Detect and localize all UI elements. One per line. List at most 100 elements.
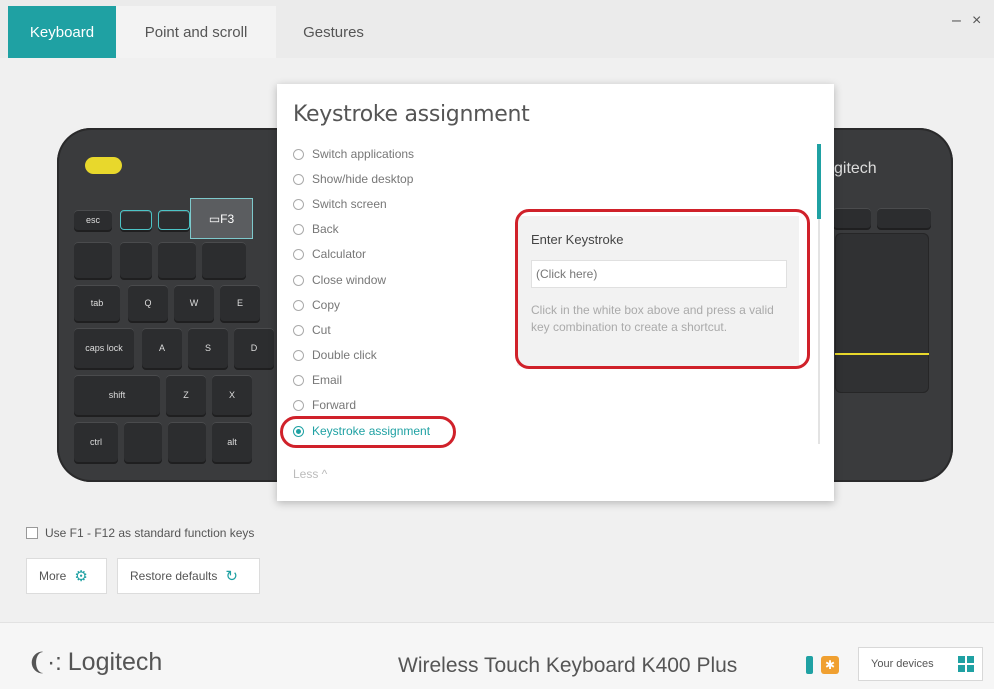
devices-grid-icon bbox=[958, 656, 974, 672]
radio-icon bbox=[293, 349, 304, 361]
radio-icon bbox=[293, 374, 304, 386]
logitech-mark-icon: ❨·: bbox=[27, 649, 62, 676]
key-e: E bbox=[220, 285, 260, 321]
key-d: D bbox=[234, 328, 274, 368]
option-copy[interactable]: Copy bbox=[293, 295, 340, 315]
key-s: S bbox=[188, 328, 228, 368]
f3-label: F3 bbox=[220, 211, 235, 226]
key-a: A bbox=[142, 328, 182, 368]
key-fn bbox=[124, 422, 162, 462]
f3-key-highlight: ▭ F3 bbox=[190, 198, 253, 239]
radio-icon bbox=[293, 299, 304, 311]
restore-defaults-button[interactable]: Restore defaults ↻ bbox=[117, 558, 260, 594]
option-label: Show/hide desktop bbox=[312, 172, 414, 186]
option-close-window[interactable]: Close window bbox=[293, 270, 386, 290]
key-alt: alt bbox=[212, 422, 252, 462]
key-tilde bbox=[74, 242, 112, 278]
tab-point-and-scroll[interactable]: Point and scroll bbox=[116, 6, 276, 58]
fkeys-checkbox-row[interactable]: Use F1 - F12 as standard function keys bbox=[26, 526, 254, 540]
option-double-click[interactable]: Double click bbox=[293, 345, 377, 365]
keystroke-input[interactable] bbox=[531, 260, 787, 288]
keystroke-label: Enter Keystroke bbox=[531, 232, 624, 247]
option-label: Keystroke assignment bbox=[312, 424, 431, 438]
tab-gestures[interactable]: Gestures bbox=[276, 6, 391, 58]
radio-icon bbox=[293, 248, 304, 260]
more-button[interactable]: More ⚙ bbox=[26, 558, 107, 594]
key-1 bbox=[120, 242, 152, 278]
option-keystroke-assignment[interactable]: Keystroke assignment bbox=[293, 421, 430, 441]
key-x: X bbox=[212, 375, 252, 415]
keyboard-logo-text: gitech bbox=[834, 160, 877, 177]
title-bar: Keyboard Point and scroll Gestures – × bbox=[0, 0, 994, 58]
close-button[interactable]: × bbox=[972, 12, 981, 30]
fkeys-label: Use F1 - F12 as standard function keys bbox=[45, 526, 255, 540]
key-caps-lock: caps lock bbox=[74, 328, 134, 368]
keyboard-indicator bbox=[85, 157, 122, 174]
your-devices-label: Your devices bbox=[871, 658, 934, 670]
restore-defaults-label: Restore defaults bbox=[130, 569, 218, 583]
option-switch-applications[interactable]: Switch applications bbox=[293, 144, 414, 164]
option-label: Copy bbox=[312, 298, 341, 312]
touchpad-accent-line bbox=[835, 353, 929, 355]
tab-keyboard[interactable]: Keyboard bbox=[8, 6, 116, 58]
minimize-button[interactable]: – bbox=[952, 12, 961, 30]
key-f2 bbox=[158, 210, 190, 230]
logitech-logo: ❨·: Logitech bbox=[27, 648, 162, 677]
key-shift: shift bbox=[74, 375, 160, 415]
less-toggle[interactable]: Less ^ bbox=[293, 467, 327, 481]
option-switch-screen[interactable]: Switch screen bbox=[293, 194, 387, 214]
radio-icon bbox=[293, 324, 304, 336]
key-f1 bbox=[120, 210, 152, 230]
radio-icon bbox=[293, 173, 304, 185]
option-label: Calculator bbox=[312, 247, 367, 261]
scrollbar-thumb[interactable] bbox=[817, 144, 821, 219]
option-label: Cut bbox=[312, 323, 331, 337]
refresh-icon: ↻ bbox=[225, 568, 238, 585]
option-label: Back bbox=[312, 222, 339, 236]
option-email[interactable]: Email bbox=[293, 370, 342, 390]
radio-selected-icon bbox=[293, 425, 304, 437]
keystroke-help-text: Click in the white box above and press a… bbox=[531, 303, 774, 334]
footer: ❨·: Logitech Wireless Touch Keyboard K40… bbox=[0, 622, 994, 689]
option-forward[interactable]: Forward bbox=[293, 395, 356, 415]
keystroke-assignment-panel: Keystroke assignment Switch applications… bbox=[277, 84, 834, 501]
key-3 bbox=[202, 242, 246, 278]
fkeys-checkbox[interactable] bbox=[26, 527, 38, 539]
key-windows bbox=[168, 422, 206, 462]
key-z: Z bbox=[166, 375, 206, 415]
key-media-right-1 bbox=[833, 208, 871, 228]
option-label: Switch applications bbox=[312, 147, 415, 161]
radio-icon bbox=[293, 274, 304, 286]
panel-title: Keystroke assignment bbox=[293, 102, 530, 127]
key-tab: tab bbox=[74, 285, 120, 321]
option-back[interactable]: Back bbox=[293, 219, 339, 239]
option-label: Forward bbox=[312, 398, 357, 412]
radio-icon bbox=[293, 399, 304, 411]
radio-icon bbox=[293, 223, 304, 235]
device-name: Wireless Touch Keyboard K400 Plus bbox=[398, 654, 738, 677]
key-media-right-2 bbox=[877, 208, 931, 228]
key-esc: esc bbox=[74, 210, 112, 230]
radio-icon bbox=[293, 198, 304, 210]
option-cut[interactable]: Cut bbox=[293, 320, 331, 340]
brand-name: Logitech bbox=[67, 648, 163, 676]
option-label: Email bbox=[312, 373, 343, 387]
keystroke-entry-box: Enter Keystroke Click in the white box a… bbox=[517, 216, 799, 366]
gear-icon: ⚙ bbox=[74, 568, 88, 585]
your-devices-button[interactable]: Your devices bbox=[858, 647, 983, 681]
unifying-receiver-icon: ✱ bbox=[821, 656, 839, 674]
option-show-hide-desktop[interactable]: Show/hide desktop bbox=[293, 169, 413, 189]
option-label: Switch screen bbox=[312, 197, 387, 211]
touchpad bbox=[835, 233, 929, 393]
battery-icon bbox=[806, 656, 813, 674]
option-calculator[interactable]: Calculator bbox=[293, 244, 366, 264]
radio-icon bbox=[293, 148, 304, 160]
key-2 bbox=[158, 242, 196, 278]
key-q: Q bbox=[128, 285, 168, 321]
key-w: W bbox=[174, 285, 214, 321]
key-ctrl: ctrl bbox=[74, 422, 118, 462]
more-label: More bbox=[39, 569, 67, 583]
option-label: Double click bbox=[312, 348, 377, 362]
option-label: Close window bbox=[312, 273, 387, 287]
window-key-icon: ▭ bbox=[208, 211, 221, 226]
